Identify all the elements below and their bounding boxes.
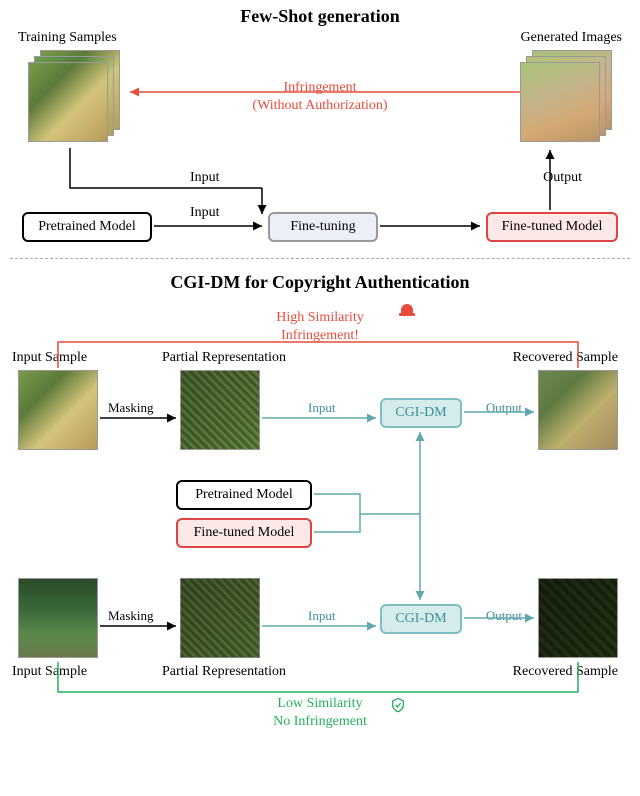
output-label-cgi-2: Output [486, 608, 522, 624]
input-label-1: Input [190, 170, 220, 186]
recovered-sample-2 [538, 578, 618, 658]
high-similarity-text: High Similarity [0, 310, 640, 326]
input-label-2: Input [190, 205, 220, 221]
infringement-text-1: Infringement [0, 80, 640, 96]
recovered-label-2: Recovered Sample [513, 664, 618, 680]
input-sample-label-1: Input Sample [12, 350, 87, 366]
finetuned-model-box-2: Fine-tuned Model [176, 518, 312, 548]
input-label-cgi-2: Input [308, 608, 335, 624]
input-sample-label-2: Input Sample [12, 664, 87, 680]
partial-rep-label-1: Partial Representation [162, 350, 286, 366]
input-label-cgi-1: Input [308, 400, 335, 416]
masking-label-2: Masking [108, 608, 154, 624]
infringement-text-2: (Without Authorization) [0, 98, 640, 114]
section2-title: CGI-DM for Copyright Authentication [0, 272, 640, 293]
recovered-sample-1 [538, 370, 618, 450]
no-infringement-text: No Infringement [0, 714, 640, 730]
recovered-label-1: Recovered Sample [513, 350, 618, 366]
input-sample-2 [18, 578, 98, 658]
finetuned-model-box-1: Fine-tuned Model [486, 212, 618, 242]
finetuning-box: Fine-tuning [268, 212, 378, 242]
generated-images-label: Generated Images [521, 30, 622, 46]
masking-label-1: Masking [108, 400, 154, 416]
partial-rep-label-2: Partial Representation [162, 664, 286, 680]
section1-title: Few-Shot generation [0, 6, 640, 27]
input-sample-1 [18, 370, 98, 450]
cgi-dm-box-1: CGI-DM [380, 398, 462, 428]
pretrained-model-box-1: Pretrained Model [22, 212, 152, 242]
partial-rep-1 [180, 370, 260, 450]
training-samples-label: Training Samples [18, 30, 117, 46]
partial-rep-2 [180, 578, 260, 658]
pretrained-model-box-2: Pretrained Model [176, 480, 312, 510]
cgi-dm-box-2: CGI-DM [380, 604, 462, 634]
output-label-cgi-1: Output [486, 400, 522, 416]
shield-check-icon [390, 696, 406, 714]
output-label-1: Output [543, 170, 582, 186]
alarm-icon [398, 300, 416, 318]
section-divider [10, 258, 630, 259]
low-similarity-text: Low Similarity [0, 696, 640, 712]
infringement-alert-text: Infringement! [0, 328, 640, 344]
